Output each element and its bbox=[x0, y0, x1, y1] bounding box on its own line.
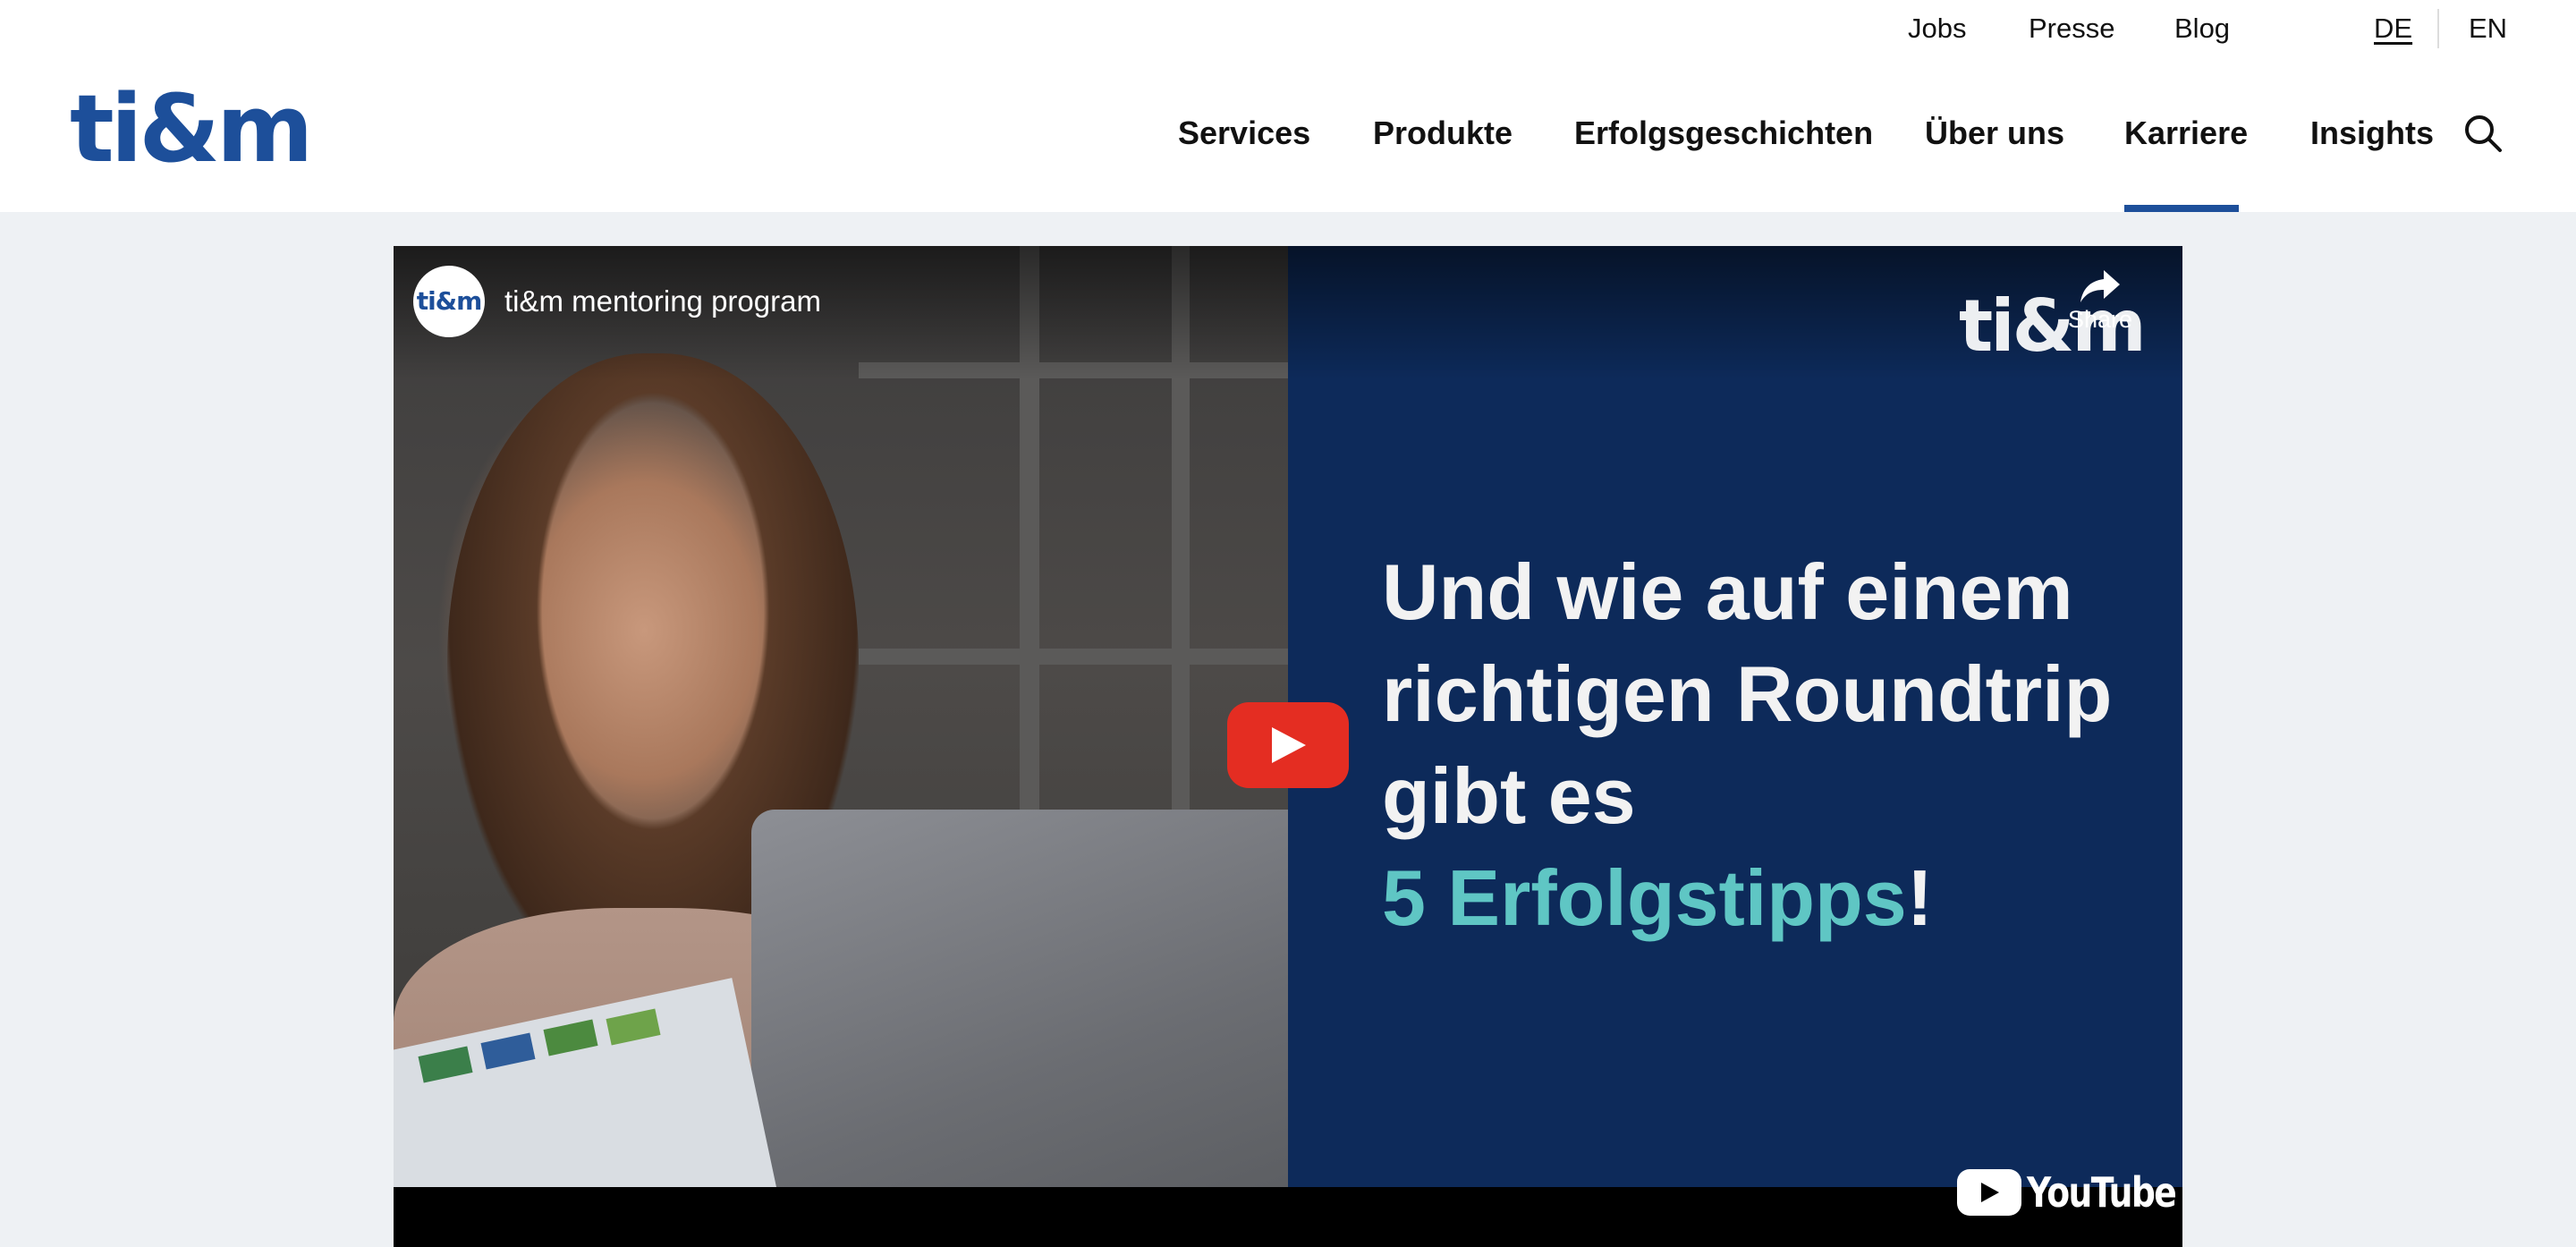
nav-item-erfolgsgeschichten[interactable]: Erfolgsgeschichten bbox=[1574, 113, 1873, 154]
overlay-line-accent: 5 Erfolgstipps! bbox=[1382, 847, 2151, 949]
meta-link-jobs[interactable]: Jobs bbox=[1908, 11, 1966, 47]
site-header: ti&m Jobs Presse Blog DE EN Services Pro… bbox=[0, 0, 2576, 212]
language-divider bbox=[2437, 9, 2439, 48]
site-logo[interactable]: ti&m bbox=[70, 82, 313, 175]
video-player[interactable]: ti&m ti&m mentoring program ti&m Share U… bbox=[394, 246, 2182, 1247]
meta-link-presse[interactable]: Presse bbox=[2029, 11, 2114, 47]
overlay-punctuation: ! bbox=[1906, 853, 1934, 942]
overlay-line: gibt es bbox=[1382, 751, 1636, 840]
channel-avatar[interactable]: ti&m bbox=[413, 266, 485, 337]
share-label: Share bbox=[2067, 306, 2133, 333]
youtube-wordmark: YouTube bbox=[2027, 1168, 2177, 1217]
youtube-logo[interactable]: YouTube bbox=[1957, 1166, 2182, 1219]
laptop bbox=[751, 810, 1342, 1203]
nav-active-indicator bbox=[2124, 205, 2239, 212]
video-title[interactable]: ti&m mentoring program bbox=[504, 282, 821, 321]
youtube-icon bbox=[1957, 1169, 2021, 1216]
overlay-line: Und wie auf einem bbox=[1382, 547, 2073, 636]
overlay-accent-text: 5 Erfolgstipps bbox=[1382, 853, 1907, 942]
video-overlay-text: Und wie auf einem richtigen Roundtrip gi… bbox=[1382, 541, 2151, 949]
nav-item-produkte[interactable]: Produkte bbox=[1373, 113, 1513, 154]
search-button[interactable] bbox=[2462, 112, 2504, 155]
language-en[interactable]: EN bbox=[2469, 11, 2507, 47]
video-thumbnail-photo bbox=[394, 246, 1342, 1247]
play-button[interactable] bbox=[1227, 702, 1349, 788]
language-de[interactable]: DE bbox=[2374, 11, 2412, 47]
meta-link-blog[interactable]: Blog bbox=[2174, 11, 2230, 47]
play-icon bbox=[1272, 727, 1306, 763]
search-icon bbox=[2465, 115, 2502, 152]
video-bottom-bar bbox=[394, 1187, 2182, 1247]
nav-item-karriere[interactable]: Karriere bbox=[2124, 113, 2248, 154]
nav-item-ueber-uns[interactable]: Über uns bbox=[1925, 113, 2064, 154]
share-icon bbox=[2080, 270, 2120, 302]
shelf-board bbox=[859, 649, 1288, 665]
share-button[interactable]: Share bbox=[2057, 268, 2143, 361]
nav-item-services[interactable]: Services bbox=[1178, 113, 1310, 154]
nav-item-insights[interactable]: Insights bbox=[2310, 113, 2434, 154]
overlay-line: richtigen Roundtrip bbox=[1382, 649, 2113, 738]
